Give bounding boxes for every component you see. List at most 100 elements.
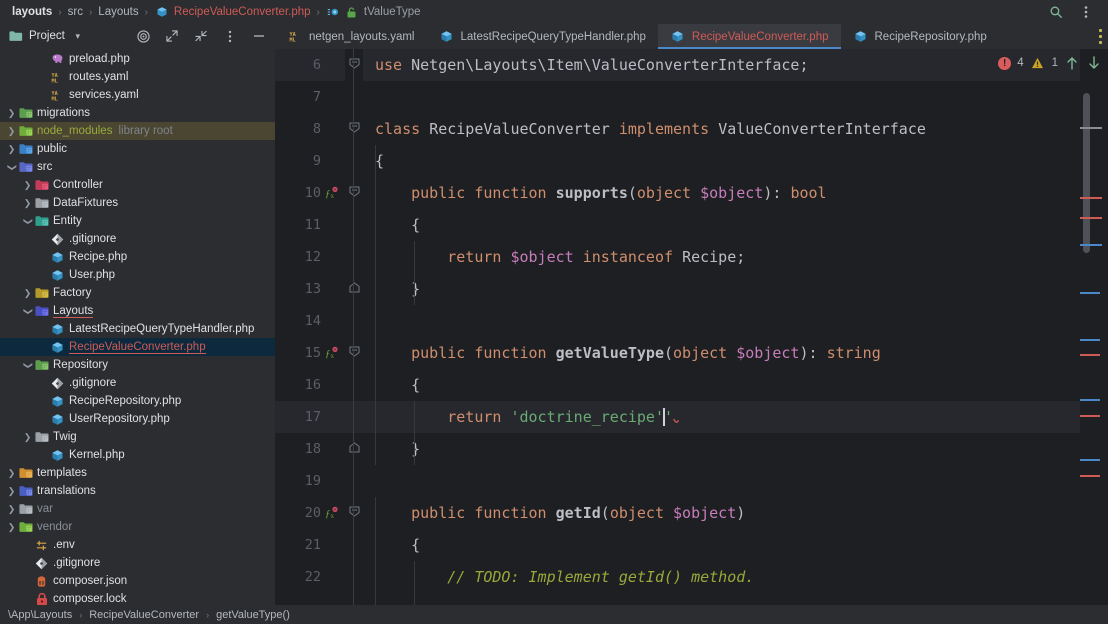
tree-item[interactable]: User.php	[0, 266, 275, 284]
breadcrumb-item-method[interactable]: tValueType	[326, 4, 421, 20]
tree-item[interactable]: ❯ Entity	[0, 212, 275, 230]
tree-item[interactable]: RecipeValueConverter.php	[0, 338, 275, 356]
marker-change[interactable]	[1080, 459, 1100, 461]
tree-item[interactable]: Kernel.php	[0, 446, 275, 464]
status-crumb-method[interactable]: getValueType()	[216, 609, 290, 621]
code-line[interactable]: }	[363, 433, 1080, 465]
override-method-icon[interactable]: ƒx	[321, 506, 343, 520]
marker-change[interactable]	[1080, 244, 1102, 246]
arrow-down-icon[interactable]	[1086, 55, 1102, 71]
chevron-right-icon[interactable]: ❯	[22, 284, 33, 302]
chevron-right-icon[interactable]: ❯	[22, 194, 33, 212]
editor-tab[interactable]: LatestRecipeQueryTypeHandler.php	[426, 24, 657, 49]
tree-item[interactable]: ❯ Controller	[0, 176, 275, 194]
gutter-row[interactable]: 10 ƒ x	[275, 177, 345, 209]
tree-item[interactable]: YA ML services.yaml	[0, 86, 275, 104]
code-line[interactable]: public function supports(object $object)…	[363, 177, 1080, 209]
tree-item[interactable]: .env	[0, 536, 275, 554]
inspection-widget[interactable]: ! 4 1	[998, 55, 1102, 71]
tree-item[interactable]: ❯ Repository	[0, 356, 275, 374]
code-line[interactable]: {	[363, 529, 1080, 561]
arrow-up-icon[interactable]	[1064, 55, 1080, 71]
code-line[interactable]: public function getValueType(object $obj…	[363, 337, 1080, 369]
fold-marker-row[interactable]	[345, 337, 363, 369]
editor-tab[interactable]: RecipeRepository.php	[841, 24, 999, 49]
gutter-row[interactable]: 14	[275, 305, 345, 337]
override-method-icon[interactable]: ƒx	[321, 346, 343, 360]
tree-item[interactable]: ❯ DataFixtures	[0, 194, 275, 212]
gutter-row[interactable]: 11	[275, 209, 345, 241]
code-line[interactable]: // TODO: Implement getId() method.	[363, 561, 1080, 593]
tree-item[interactable]: RecipeRepository.php	[0, 392, 275, 410]
marker-error[interactable]	[1080, 217, 1102, 219]
locate-target-icon[interactable]	[135, 28, 151, 44]
chevron-right-icon[interactable]: ❯	[6, 140, 17, 158]
tree-item[interactable]: Recipe.php	[0, 248, 275, 266]
fold-open-icon[interactable]	[349, 120, 360, 138]
chevron-down-icon[interactable]: ❯	[22, 212, 33, 230]
tree-item[interactable]: YA ML routes.yaml	[0, 68, 275, 86]
tree-item[interactable]: ❯ Twig	[0, 428, 275, 446]
status-crumb-namespace[interactable]: \App\Layouts	[8, 609, 72, 621]
code-line[interactable]: }	[363, 273, 1080, 305]
gutter-row[interactable]: 21	[275, 529, 345, 561]
chevron-down-icon[interactable]: ❯	[22, 356, 33, 374]
chevron-right-icon[interactable]: ❯	[22, 428, 33, 446]
gutter-row[interactable]: 7	[275, 81, 345, 113]
gutter-row[interactable]: 15 ƒ x	[275, 337, 345, 369]
code-area[interactable]: use Netgen\Layouts\Item\ValueConverterIn…	[363, 49, 1080, 605]
tree-item[interactable]: LatestRecipeQueryTypeHandler.php	[0, 320, 275, 338]
tree-item[interactable]: ❯ templates	[0, 464, 275, 482]
tree-item[interactable]: ❯ Layouts	[0, 302, 275, 320]
tree-item[interactable]: ❯ node_modules library root	[0, 122, 275, 140]
tree-item[interactable]: .gitignore	[0, 554, 275, 572]
fold-marker-row[interactable]	[345, 113, 363, 145]
chevron-right-icon[interactable]: ❯	[6, 122, 17, 140]
gutter-row[interactable]: 12	[275, 241, 345, 273]
gutter-row[interactable]: 16	[275, 369, 345, 401]
gutter-row[interactable]: 17	[275, 401, 345, 433]
editor-fold-column[interactable]	[345, 49, 363, 605]
fold-marker-row[interactable]	[345, 497, 363, 529]
code-line[interactable]	[363, 465, 1080, 497]
fold-marker-row[interactable]	[345, 49, 363, 81]
fold-marker-row[interactable]	[345, 177, 363, 209]
code-line[interactable]	[363, 305, 1080, 337]
editor-tab[interactable]: RecipeValueConverter.php	[657, 24, 841, 49]
chevron-down-icon[interactable]: ❯	[6, 158, 17, 176]
chevron-right-icon[interactable]: ❯	[6, 518, 17, 536]
status-crumb-class[interactable]: RecipeValueConverter	[89, 609, 199, 621]
tree-item[interactable]: ❯ public	[0, 140, 275, 158]
fold-close-icon[interactable]	[349, 280, 360, 298]
tree-item[interactable]: preload.php	[0, 50, 275, 68]
fold-open-icon[interactable]	[349, 56, 360, 74]
tree-item[interactable]: composer.json	[0, 572, 275, 590]
fold-open-icon[interactable]	[349, 504, 360, 522]
override-method-icon[interactable]: ƒx	[321, 186, 343, 200]
tree-item[interactable]: composer.lock	[0, 590, 275, 605]
code-line[interactable]: {	[363, 369, 1080, 401]
code-line[interactable]: class RecipeValueConverter implements Va…	[363, 113, 1080, 145]
breadcrumb-item-layouts[interactable]: Layouts	[98, 6, 138, 18]
fold-marker-row[interactable]	[345, 433, 363, 465]
code-line[interactable]: public function getId(object $object)	[363, 497, 1080, 529]
tree-item[interactable]: ❯ migrations	[0, 104, 275, 122]
code-line[interactable]	[363, 81, 1080, 113]
chevron-right-icon[interactable]: ❯	[6, 482, 17, 500]
chevron-right-icon[interactable]: ❯	[22, 176, 33, 194]
tree-item[interactable]: .gitignore	[0, 230, 275, 248]
scrollbar-thumb[interactable]	[1083, 93, 1090, 253]
more-vertical-icon[interactable]	[222, 28, 238, 44]
gutter-row[interactable]: 22	[275, 561, 345, 593]
more-vertical-icon[interactable]	[1078, 4, 1094, 20]
editor-gutter[interactable]: 6 7 8 9 10 ƒ x 11 12 13 14 15 ƒ x 16 17 18 19 20 ƒ x 21 22	[275, 49, 345, 605]
chevron-right-icon[interactable]: ❯	[6, 500, 17, 518]
gutter-row[interactable]: 9	[275, 145, 345, 177]
tab-overflow-grip-icon[interactable]	[1099, 29, 1102, 44]
project-tree[interactable]: preload.php YA ML routes.yaml YA ML services.y…	[0, 48, 275, 605]
editor-tab[interactable]: YA ML netgen_layouts.yaml	[275, 24, 426, 49]
marker-error[interactable]	[1080, 197, 1102, 199]
breadcrumb-item-src[interactable]: src	[68, 6, 83, 18]
collapse-all-icon[interactable]	[193, 28, 209, 44]
tree-item[interactable]: ❯ vendor	[0, 518, 275, 536]
